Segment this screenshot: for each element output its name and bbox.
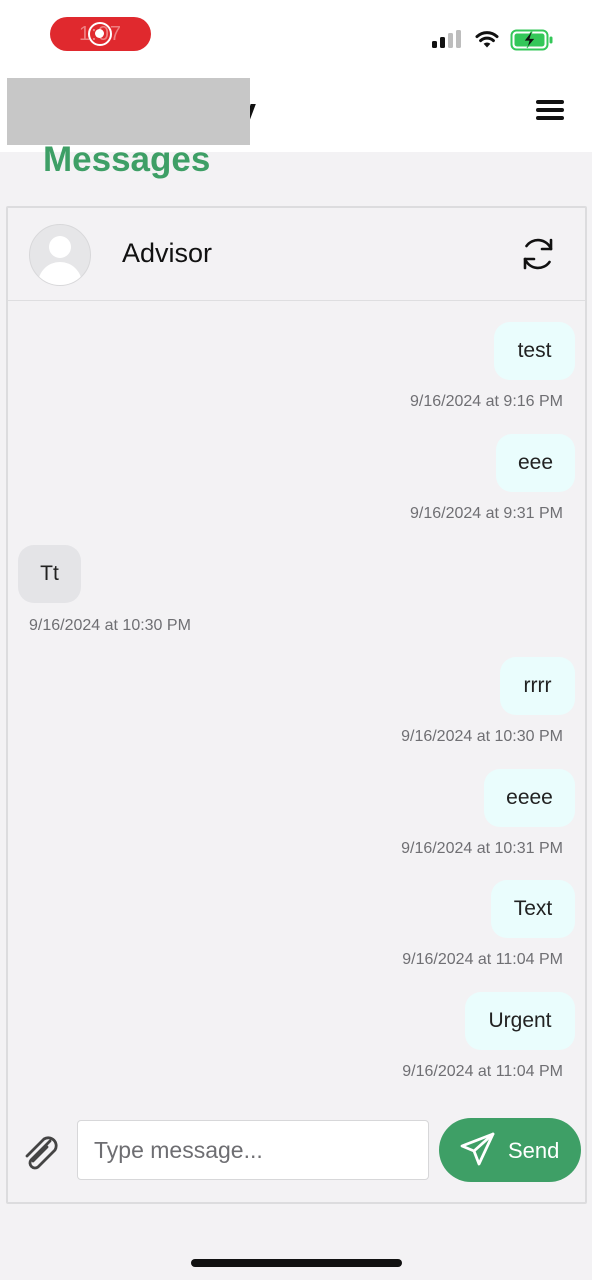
message-bubble[interactable]: eeee	[484, 769, 575, 827]
wifi-icon	[475, 31, 499, 48]
message-timestamp: 9/16/2024 at 10:30 PM	[401, 728, 563, 745]
message-input[interactable]	[77, 1120, 429, 1180]
message-bubble[interactable]: Text	[491, 880, 575, 938]
app-screen: 1:07 y Messages	[0, 0, 592, 1280]
status-bar: 1:07	[0, 0, 592, 72]
hamburger-menu-icon[interactable]	[536, 98, 566, 122]
message-timestamp: 9/16/2024 at 10:31 PM	[401, 840, 563, 857]
message-timestamp: 9/16/2024 at 11:04 PM	[402, 951, 563, 968]
avatar	[29, 224, 91, 286]
message-timestamp: 9/16/2024 at 9:16 PM	[410, 393, 563, 410]
message-bubble[interactable]: eee	[496, 434, 575, 492]
home-indicator[interactable]	[191, 1259, 402, 1267]
send-button[interactable]: Send	[439, 1118, 581, 1182]
message-bubble[interactable]: Tt	[18, 545, 81, 603]
battery-charging-icon	[510, 29, 553, 51]
message-timestamp: 9/16/2024 at 11:04 PM	[402, 1063, 563, 1080]
send-icon	[460, 1132, 495, 1166]
message-timestamp: 9/16/2024 at 10:30 PM	[29, 617, 191, 634]
send-label: Send	[508, 1138, 560, 1163]
paperclip-icon[interactable]	[20, 1133, 60, 1171]
message-bubble[interactable]: rrrr	[500, 657, 575, 715]
cellular-signal-icon	[432, 30, 462, 48]
message-bubble[interactable]: test	[494, 322, 575, 380]
message-timestamp: 9/16/2024 at 9:31 PM	[410, 505, 563, 522]
chat-header: Advisor	[8, 208, 585, 301]
brand-redaction	[7, 78, 250, 145]
contact-name: Advisor	[122, 238, 213, 268]
record-icon	[88, 22, 112, 46]
page-title: Messages	[43, 140, 211, 179]
refresh-icon[interactable]	[518, 234, 558, 274]
message-bubble[interactable]: Urgent	[465, 992, 575, 1050]
